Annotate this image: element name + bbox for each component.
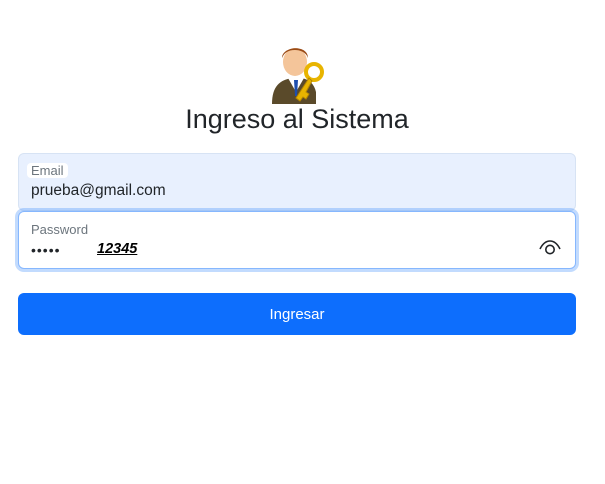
page-title: Ingreso al Sistema	[185, 104, 409, 134]
password-label: Password	[31, 222, 89, 237]
password-masked-value[interactable]: •••••	[31, 242, 61, 258]
email-label: Email	[27, 163, 68, 178]
eye-icon[interactable]	[539, 240, 561, 256]
email-field[interactable]: Email prueba@gmail.com	[18, 153, 576, 211]
submit-button[interactable]: Ingresar	[18, 293, 576, 335]
email-value[interactable]: prueba@gmail.com	[31, 182, 166, 200]
password-field[interactable]: Password ••••• 12345	[18, 211, 576, 269]
user-key-icon	[272, 48, 324, 104]
password-revealed-text: 12345	[97, 241, 138, 257]
login-page: Ingreso al Sistema Email prueba@gmail.co…	[0, 0, 605, 484]
